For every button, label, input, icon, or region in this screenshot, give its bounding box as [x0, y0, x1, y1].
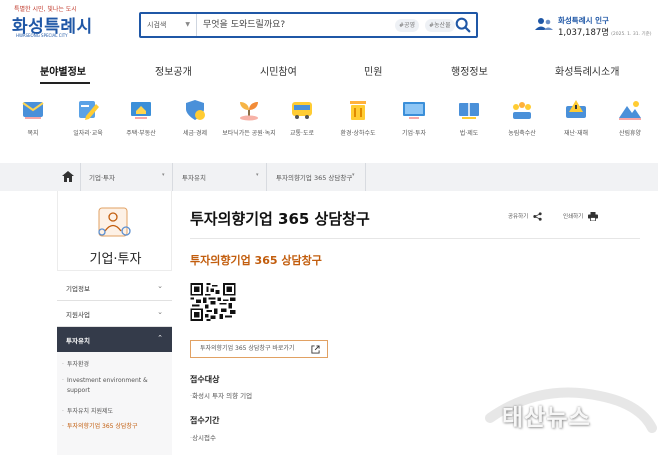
gnb-item-info-disclosure[interactable]: 정보공개 [155, 63, 192, 78]
site-header: 특별한 시민, 빛나는 도시 화성특례시 HWASEONG SPECIAL CI… [0, 0, 658, 50]
breadcrumb-divider [80, 163, 81, 191]
trash-bin-icon [350, 101, 366, 120]
category-law[interactable]: 법·제도 [441, 92, 497, 148]
section-body: 상시접수 [190, 432, 216, 442]
sprout-icon [240, 102, 258, 121]
section-heading: 접수대상 [190, 375, 220, 384]
print-button[interactable]: 인쇄하기 [563, 212, 598, 226]
category-forest[interactable]: 산림휴양 [602, 92, 658, 148]
sidebar-item-label: 지원사업 [66, 311, 90, 319]
gnb-item-about[interactable]: 화성특례시소개 [555, 63, 619, 78]
sidebar-item-company-info[interactable]: 기업정보 ⌄ [57, 275, 172, 301]
submenu-item[interactable]: 투자환경 [62, 360, 167, 370]
population-date: (2025. 1. 31. 기준) [611, 32, 652, 37]
chevron-down-icon: ▾ [352, 172, 355, 178]
submenu-item-current[interactable]: 투자의향기업 365 상담창구 [62, 422, 167, 432]
category-jobs-education[interactable]: 일자리·교육 [60, 92, 116, 148]
section-body: 화성시 투자 의향 기업 [190, 390, 252, 400]
category-traffic[interactable]: 교통·도로 [274, 92, 330, 148]
external-link-icon [311, 345, 320, 354]
category-label: 산림휴양 [618, 130, 642, 137]
logo-sub: HWASEONG SPECIAL CITY [16, 33, 68, 38]
gnb-item-civil-service[interactable]: 민원 [364, 63, 382, 78]
title-divider [190, 238, 640, 239]
breadcrumb-divider [172, 163, 173, 191]
category-environment[interactable]: 환경·상하수도 [330, 92, 386, 148]
sidebar-item-support[interactable]: 지원사업 ⌄ [57, 301, 172, 327]
search-tag[interactable]: #공영 [395, 19, 420, 32]
business-investment-icon [98, 207, 131, 237]
law-book-icon [459, 103, 479, 119]
mail-icon [22, 102, 44, 119]
population-count-row: 1,037,187명 (2025. 1. 31. 기준) [558, 26, 652, 38]
share-label: 공유하기 [508, 214, 529, 220]
search-tag[interactable]: #농산물 [425, 19, 455, 32]
chevron-down-icon: ⌄ [157, 308, 163, 316]
gnb-item-administration[interactable]: 행정정보 [451, 63, 488, 78]
qr-code [190, 283, 236, 321]
section-subtitle: 투자의향기업 365 상담창구 [190, 254, 322, 267]
search-input[interactable] [203, 16, 383, 34]
bus-icon [292, 102, 312, 119]
category-business-investment[interactable]: 기업·투자 [386, 92, 442, 148]
breadcrumb-item[interactable]: 투자유치 [182, 172, 206, 182]
gnb-item-participation[interactable]: 시민참여 [260, 63, 297, 78]
monitor-icon [403, 102, 425, 119]
warning-icon [566, 100, 586, 118]
submenu-item[interactable]: Investment environment & support [62, 376, 167, 396]
gnb-active-underline [40, 82, 90, 84]
category-disaster[interactable]: 재난·재해 [548, 92, 604, 148]
print-icon [588, 212, 598, 222]
news-watermark: 태산뉴스 [502, 405, 591, 431]
gnb-item-field-info[interactable]: 분야별정보 [40, 63, 86, 78]
people-icon [535, 18, 553, 30]
sidebar-item-investment[interactable]: 투자유치 ⌃ [57, 327, 172, 353]
sidebar-title: 기업·투자 [89, 252, 142, 267]
category-agriculture[interactable]: 농림축수산 [494, 92, 550, 148]
mountain-icon [619, 101, 641, 120]
category-tax-economy[interactable]: 세금·경제 [167, 92, 223, 148]
shield-coin-icon [186, 100, 205, 120]
house-monitor-icon [131, 102, 151, 119]
chevron-down-icon: ▼ [185, 21, 190, 28]
search-scope-label: 시검색 [147, 21, 167, 29]
sidebar: 기업·투자 기업정보 ⌄ 지원사업 ⌄ 투자유치 ⌃ 투자환경 Investme… [57, 191, 172, 455]
breadcrumb-divider [365, 163, 366, 191]
chevron-down-icon: ▾ [256, 172, 259, 178]
submenu-item[interactable]: 투자유치 지원제도 [62, 407, 167, 417]
chevron-down-icon: ⌄ [157, 282, 163, 290]
search-scope-select[interactable]: 시검색 ▼ [141, 14, 197, 36]
home-icon[interactable] [62, 171, 74, 182]
category-welfare[interactable]: 복지 [5, 92, 61, 148]
crops-icon [513, 102, 531, 119]
breadcrumb-divider [266, 163, 267, 191]
pencil-icon [79, 101, 99, 120]
search-icon[interactable] [454, 16, 472, 34]
category-icons: 복지 일자리·교육 주택·부동산 세금·경제 보타닉가든 공원·녹지 교통·도로… [0, 92, 658, 150]
page-title: 투자의향기업 365 상담창구 [190, 210, 370, 228]
population-label: 화성특례시 인구 [558, 16, 609, 25]
site-logo[interactable]: 특별한 시민, 빛나는 도시 화성특례시 HWASEONG SPECIAL CI… [6, 4, 96, 42]
breadcrumb-item[interactable]: 기업·투자 [89, 172, 115, 182]
go-to-consulting-label: 투자의향기업 365 상담창구 바로가기 [200, 345, 295, 352]
population-widget: 화성특례시 인구 1,037,187명 (2025. 1. 31. 기준) [535, 14, 655, 38]
breadcrumb-item-current[interactable]: 투자의향기업 365 상담창구 [276, 172, 352, 182]
chevron-down-icon: ▾ [162, 172, 165, 178]
share-icon [533, 212, 542, 221]
section-heading: 접수기간 [190, 416, 220, 425]
go-to-consulting-button[interactable]: 투자의향기업 365 상담창구 바로가기 [190, 340, 328, 358]
main-navigation: 분야별정보 정보공개 시민참여 민원 행정정보 화성특례시소개 [0, 56, 658, 84]
population-count: 1,037,187명 [558, 28, 610, 38]
chevron-up-icon: ⌃ [157, 334, 163, 342]
sidebar-item-label: 투자유치 [66, 337, 90, 345]
category-housing[interactable]: 주택·부동산 [113, 92, 169, 148]
breadcrumb: 기업·투자 ▾ 투자유치 ▾ 투자의향기업 365 상담창구 ▾ [0, 163, 658, 191]
search-box: 시검색 ▼ #공영 #농산물 [139, 12, 478, 38]
share-button[interactable]: 공유하기 [508, 212, 542, 226]
sidebar-header: 기업·투자 [57, 191, 172, 271]
sidebar-submenu: 투자환경 Investment environment & support 투자… [57, 352, 172, 455]
sidebar-item-label: 기업정보 [66, 285, 90, 293]
print-label: 인쇄하기 [563, 214, 584, 220]
category-botanic-park[interactable]: 보타닉가든 공원·녹지 [221, 92, 277, 148]
